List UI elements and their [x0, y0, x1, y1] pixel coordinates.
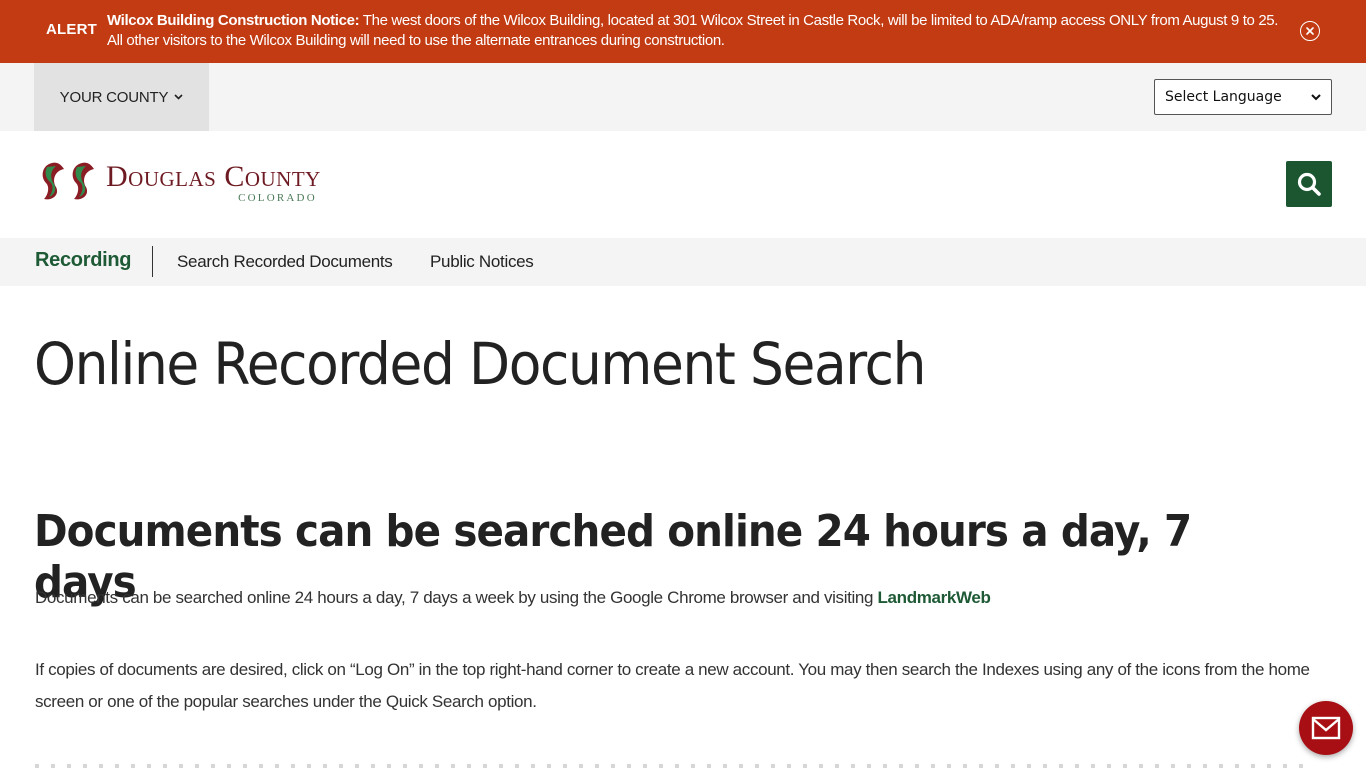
- subnav-link-search-recorded-documents[interactable]: Search Recorded Documents: [177, 252, 393, 272]
- paragraph-search-hours: Documents can be searched online 24 hour…: [35, 582, 1315, 614]
- alert-label: ALERT: [46, 21, 97, 38]
- envelope-icon: [1311, 716, 1341, 740]
- logo-wordmark: Douglas County COLORADO: [106, 159, 321, 204]
- utility-bar: YOUR COUNTY Select Language: [0, 63, 1366, 131]
- logo-emblem-icon: [42, 162, 94, 200]
- page-title: Online Recorded Document Search: [34, 330, 926, 398]
- search-icon: [1297, 172, 1321, 196]
- language-select-value: Select Language: [1165, 89, 1282, 105]
- close-icon: [1306, 27, 1314, 35]
- your-county-label: YOUR COUNTY: [59, 88, 169, 106]
- search-button[interactable]: [1286, 161, 1332, 207]
- alert-message: Wilcox Building Construction Notice: The…: [107, 11, 1287, 51]
- your-county-menu[interactable]: YOUR COUNTY: [34, 63, 209, 131]
- alert-title: Wilcox Building Construction Notice:: [107, 12, 360, 29]
- landmarkweb-link[interactable]: LandmarkWeb: [878, 588, 991, 607]
- alert-banner: ALERT Wilcox Building Construction Notic…: [0, 0, 1366, 63]
- chevron-down-icon: [1311, 93, 1321, 100]
- logo-name: Douglas County: [106, 160, 321, 193]
- site-header: Douglas County COLORADO: [0, 131, 1366, 238]
- section-subnav: Recording Search Recorded Documents Publ…: [0, 238, 1366, 286]
- subnav-link-public-notices[interactable]: Public Notices: [430, 252, 534, 272]
- contact-chat-button[interactable]: [1299, 701, 1353, 755]
- logo-subtitle: COLORADO: [238, 192, 317, 204]
- paragraph-copies: If copies of documents are desired, clic…: [35, 660, 1310, 711]
- paragraph-text: Documents can be searched online 24 hour…: [35, 588, 878, 607]
- subnav-title-recording[interactable]: Recording: [35, 249, 132, 272]
- douglas-county-logo[interactable]: Douglas County COLORADO: [38, 159, 408, 211]
- alert-close-button[interactable]: [1300, 21, 1320, 41]
- paragraph-clipped: [35, 754, 1305, 768]
- language-select[interactable]: Select Language: [1154, 79, 1332, 115]
- chevron-down-icon: [174, 94, 183, 100]
- subnav-divider: [152, 246, 153, 277]
